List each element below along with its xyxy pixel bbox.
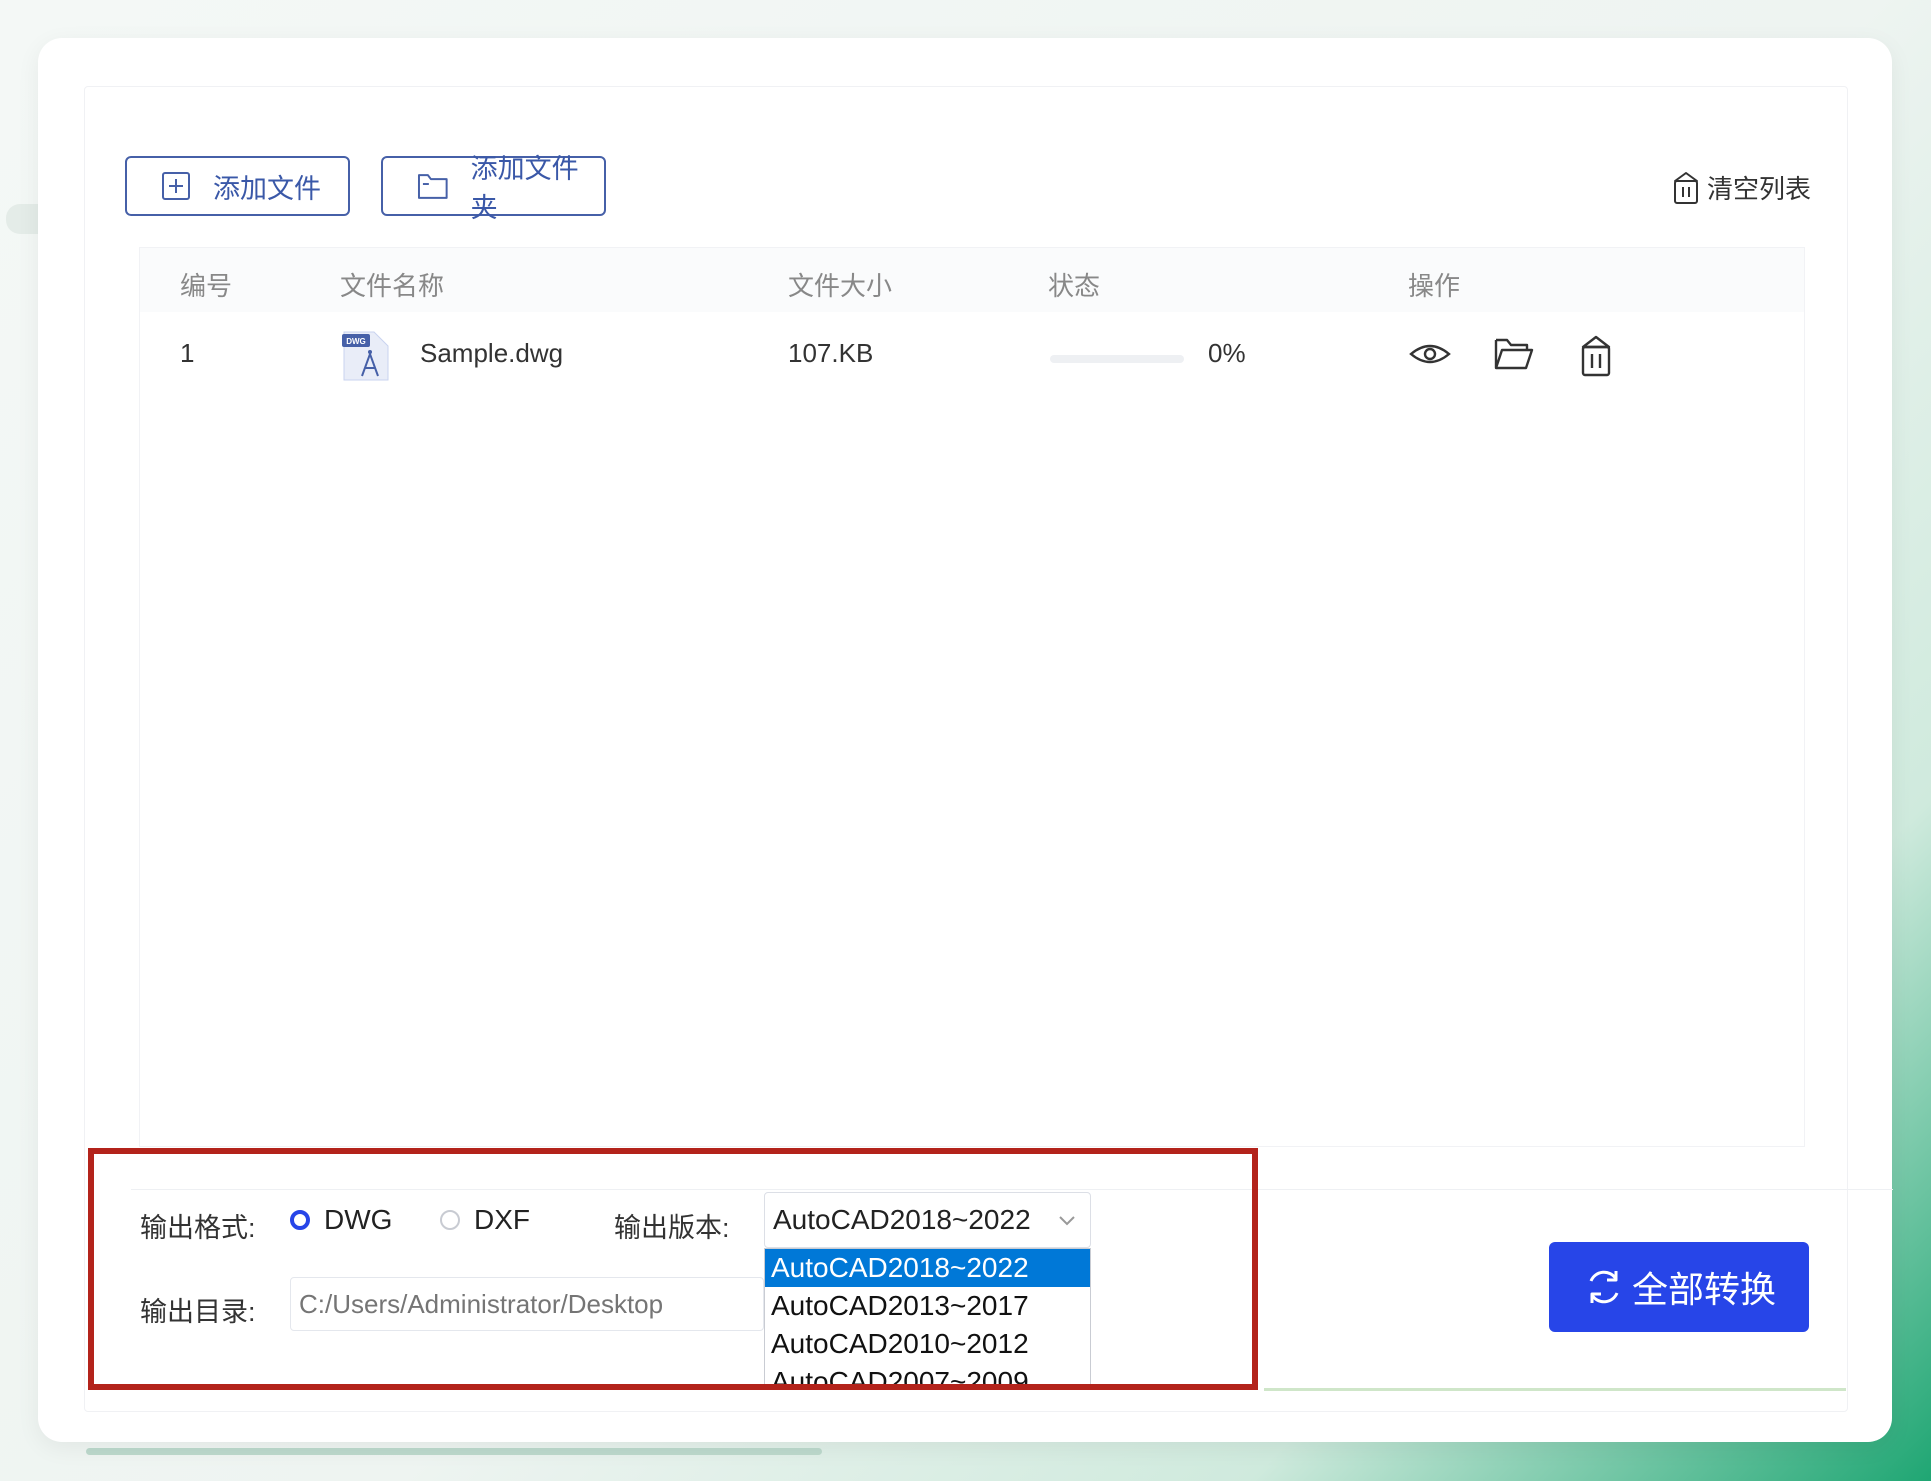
progress-bar [1050, 355, 1184, 363]
refresh-icon [1589, 1270, 1619, 1304]
add-folder-button[interactable]: 添加文件夹 [381, 154, 606, 223]
svg-text:DWG: DWG [346, 337, 366, 346]
column-header-status: 状态 [1048, 271, 1101, 301]
output-version-label: 输出版本: [614, 1213, 730, 1243]
output-format-label: 输出格式: [140, 1213, 256, 1243]
radio-unselected-icon [440, 1210, 460, 1230]
dwg-file-icon: DWG [342, 331, 389, 381]
version-select-value: AutoCAD2018~2022 [773, 1204, 1031, 1235]
add-file-label: 添加文件 [213, 173, 321, 204]
format-radio-dxf[interactable]: DXF [440, 1204, 530, 1236]
format-option-dxf-label: DXF [474, 1204, 530, 1235]
folder-open-icon[interactable] [1492, 334, 1536, 374]
row-size: 107.KB [788, 338, 874, 368]
version-option[interactable]: AutoCAD2018~2022 [765, 1249, 1090, 1287]
table-row: 1 DWG Sample.dwg 107.KB 0% [140, 314, 1804, 394]
trash-icon [1673, 171, 1698, 204]
convert-all-button[interactable]: 全部转换 [1549, 1242, 1809, 1332]
row-progress-text: 0% [1208, 338, 1246, 368]
column-header-actions: 操作 [1408, 271, 1461, 301]
clear-list-button[interactable]: 清空列表 [1671, 169, 1811, 206]
row-index: 1 [180, 338, 195, 368]
radio-selected-icon [290, 1210, 310, 1230]
version-select[interactable]: AutoCAD2018~2022 [764, 1192, 1091, 1248]
table-header: 编号 文件名称 文件大小 状态 操作 [140, 248, 1804, 312]
eye-icon[interactable] [1408, 334, 1452, 374]
version-dropdown: AutoCAD2018~2022 AutoCAD2013~2017 AutoCA… [764, 1248, 1091, 1386]
trash-icon[interactable] [1576, 334, 1616, 378]
add-file-button[interactable]: 添加文件 [125, 156, 350, 216]
clear-list-label: 清空列表 [1706, 174, 1811, 204]
file-table: 编号 文件名称 文件大小 状态 操作 1 DWG Sample.dwg 107.… [139, 247, 1805, 1147]
column-header-index: 编号 [180, 271, 233, 301]
plus-square-icon [162, 172, 190, 200]
chevron-down-icon [1059, 1216, 1075, 1226]
output-dir-label: 输出目录: [140, 1297, 256, 1327]
folder-icon [417, 174, 448, 199]
version-option[interactable]: AutoCAD2010~2012 [765, 1325, 1090, 1363]
column-header-filename: 文件名称 [340, 271, 445, 301]
column-header-size: 文件大小 [788, 271, 893, 301]
format-radio-dwg[interactable]: DWG [290, 1204, 392, 1236]
output-dir-input[interactable] [290, 1277, 764, 1331]
row-filename: Sample.dwg [420, 338, 564, 368]
add-folder-label: 添加文件夹 [470, 154, 579, 223]
convert-all-label: 全部转换 [1631, 1269, 1776, 1310]
version-option[interactable]: AutoCAD2007~2009 [765, 1363, 1090, 1385]
version-option[interactable]: AutoCAD2013~2017 [765, 1287, 1090, 1325]
format-option-dwg-label: DWG [324, 1204, 393, 1235]
divider [1264, 1388, 1846, 1391]
